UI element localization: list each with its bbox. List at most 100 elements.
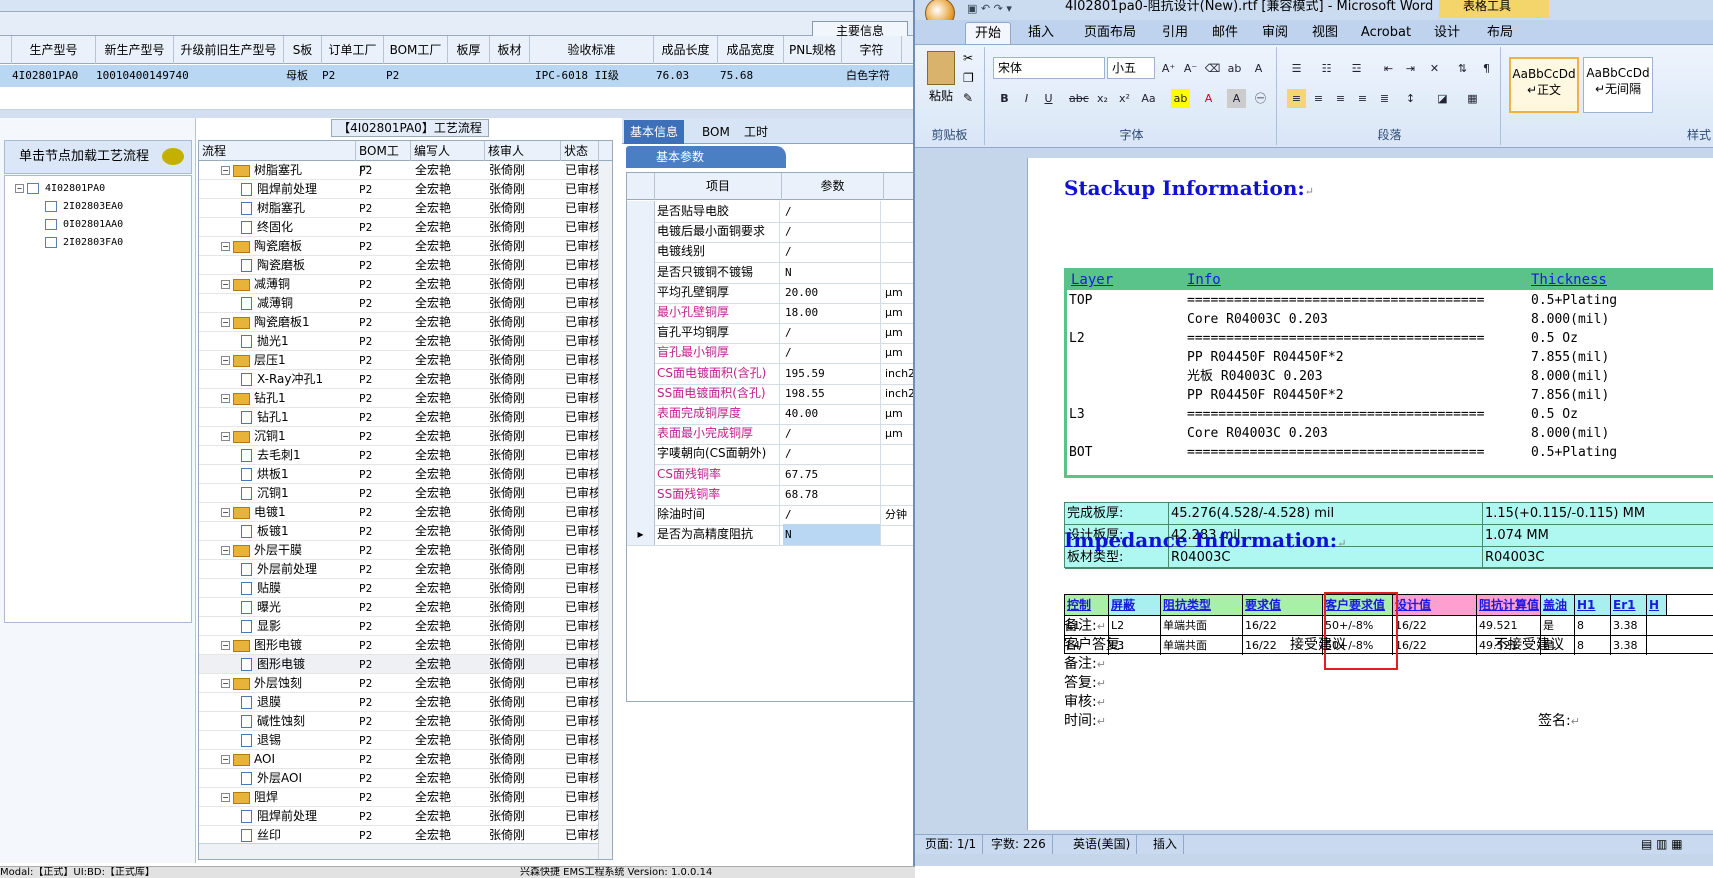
param-value[interactable]: 67.75 xyxy=(783,463,881,485)
tab-layout[interactable]: 布局 xyxy=(1480,22,1520,44)
row-selector[interactable] xyxy=(627,221,655,243)
enclose-char-icon[interactable]: ㊀ xyxy=(1251,89,1270,108)
tab-insert[interactable]: 插入 xyxy=(1019,22,1063,44)
change-case-icon[interactable]: Aa xyxy=(1139,89,1158,108)
row-selector[interactable] xyxy=(627,261,655,283)
process-row[interactable]: − 沉铜1 P2 全宏艳 张倚刚 已审核 xyxy=(199,427,599,446)
param-value[interactable]: / xyxy=(783,443,881,465)
tree-node[interactable]: 2I02803EA0 xyxy=(45,198,123,216)
param-row[interactable]: CS面电镀面积(含孔) 195.59 inch2 xyxy=(627,362,915,385)
tab-hours[interactable]: 工时 xyxy=(738,120,774,144)
italic-icon[interactable]: I xyxy=(1017,89,1036,108)
process-row[interactable]: − 减薄铜 P2 全宏艳 张倚刚 已审核 xyxy=(199,275,599,294)
process-row[interactable]: 减薄铜 P2 全宏艳 张倚刚 已审核 xyxy=(199,294,599,313)
row-selector[interactable] xyxy=(627,241,655,263)
tab-page-layout[interactable]: 页面布局 xyxy=(1075,22,1145,44)
increase-indent-icon[interactable]: ⇥ xyxy=(1401,59,1420,78)
param-row[interactable]: 表面最小完成铜厚 / μm xyxy=(627,423,915,446)
process-row[interactable]: 外层AOI P2 全宏艳 张倚刚 已审核 xyxy=(199,769,599,788)
shrink-font-icon[interactable]: A⁻ xyxy=(1181,59,1200,78)
process-row[interactable]: 陶瓷磨板 P2 全宏艳 张倚刚 已审核 xyxy=(199,256,599,275)
tab-home[interactable]: 开始 xyxy=(965,22,1011,44)
param-value[interactable]: / xyxy=(783,221,881,243)
tab-acrobat[interactable]: Acrobat xyxy=(1355,22,1417,44)
superscript-icon[interactable]: x² xyxy=(1115,89,1134,108)
collapse-icon[interactable]: − xyxy=(221,432,230,441)
grid-col-header[interactable]: 订单工厂 xyxy=(322,36,384,64)
collapse-icon[interactable]: − xyxy=(221,755,230,764)
process-row[interactable]: 图形电镀 P2 全宏艳 张倚刚 已审核 xyxy=(199,655,599,674)
underline-icon[interactable]: U xyxy=(1039,89,1058,108)
param-value[interactable]: 195.59 xyxy=(783,362,881,384)
row-selector[interactable] xyxy=(627,463,655,485)
align-center-icon[interactable]: ≡ xyxy=(1309,89,1328,108)
process-row[interactable]: 烘板1 P2 全宏艳 张倚刚 已审核 xyxy=(199,465,599,484)
row-selector[interactable] xyxy=(627,504,655,525)
view-buttons-icon[interactable]: ▤ ▥ ▦ xyxy=(1635,835,1689,854)
bold-icon[interactable]: B xyxy=(995,89,1014,108)
param-row[interactable]: 盲孔平均铜厚 / μm xyxy=(627,322,915,345)
process-row[interactable]: 外层前处理 P2 全宏艳 张倚刚 已审核 xyxy=(199,560,599,579)
style-no-spacing[interactable]: AaBbCcDd ↵无间隔 xyxy=(1583,57,1653,113)
distribute-icon[interactable]: ≣ xyxy=(1375,89,1394,108)
row-selector[interactable] xyxy=(627,403,655,424)
chat-bubble-icon[interactable] xyxy=(162,148,184,165)
font-color-icon[interactable]: A xyxy=(1199,89,1218,108)
process-row[interactable]: − 电镀1 P2 全宏艳 张倚刚 已审核 xyxy=(199,503,599,522)
row-selector[interactable] xyxy=(627,201,655,222)
process-row[interactable]: 曝光 P2 全宏艳 张倚刚 已审核 xyxy=(199,598,599,617)
row-selector[interactable] xyxy=(627,322,655,344)
process-row[interactable]: 钻孔1 P2 全宏艳 张倚刚 已审核 xyxy=(199,408,599,427)
param-value[interactable]: 198.55 xyxy=(783,382,881,404)
tab-bom[interactable]: BOM xyxy=(696,120,736,144)
asian-layout-icon[interactable]: ✕ xyxy=(1425,59,1444,78)
process-hscrollbar[interactable] xyxy=(199,843,598,859)
grid-col-header[interactable]: S板 xyxy=(284,36,322,64)
process-row[interactable]: 阻焊前处理 P2 全宏艳 张倚刚 已审核 xyxy=(199,807,599,826)
col-item[interactable]: 项目 xyxy=(655,173,782,200)
param-value[interactable]: / xyxy=(783,504,881,525)
grid-col-header[interactable]: 生产型号 xyxy=(12,36,96,64)
row-selector[interactable] xyxy=(627,302,655,323)
collapse-icon[interactable]: − xyxy=(221,394,230,403)
subtab-basic-params[interactable]: 基本参数 xyxy=(626,146,786,168)
collapse-icon[interactable]: − xyxy=(221,793,230,802)
tab-view[interactable]: 视图 xyxy=(1305,22,1345,44)
param-value[interactable]: N xyxy=(783,524,881,546)
show-marks-icon[interactable]: ¶ xyxy=(1477,59,1496,78)
param-row[interactable]: 字唛朝向(CS面朝外) / xyxy=(627,443,915,466)
collapse-icon[interactable]: − xyxy=(221,356,230,365)
paste-button[interactable]: 粘贴 xyxy=(929,87,953,104)
clear-format-icon[interactable]: ⌫ xyxy=(1203,59,1222,78)
row-selector[interactable] xyxy=(627,483,655,505)
collapse-icon[interactable]: − xyxy=(15,183,24,193)
param-value[interactable]: / xyxy=(783,342,881,364)
param-row[interactable]: 是否贴导电胶 / xyxy=(627,201,915,223)
borders-icon[interactable]: ▦ xyxy=(1463,89,1482,108)
checkbox[interactable] xyxy=(45,200,57,212)
param-value[interactable]: / xyxy=(783,201,881,222)
grid-col-header[interactable]: 成品宽度 xyxy=(718,36,784,64)
status-page[interactable]: 页面: 1/1 xyxy=(919,835,984,854)
collapse-icon[interactable]: − xyxy=(221,679,230,688)
document-page[interactable]: Stackup Information:↵ Layer Info Thickne… xyxy=(1027,158,1713,830)
process-row[interactable]: − AOI P2 全宏艳 张倚刚 已审核 xyxy=(199,750,599,769)
process-row[interactable]: 贴膜 P2 全宏艳 张倚刚 已审核 xyxy=(199,579,599,598)
grid-col-header[interactable]: 板材 xyxy=(490,36,530,64)
process-row[interactable]: 抛光1 P2 全宏艳 张倚刚 已审核 xyxy=(199,332,599,351)
subscript-icon[interactable]: x₂ xyxy=(1093,89,1112,108)
paste-icon[interactable] xyxy=(927,51,955,85)
process-row[interactable]: 碱性蚀刻 P2 全宏艳 张倚刚 已审核 xyxy=(199,712,599,731)
param-value[interactable]: / xyxy=(783,241,881,263)
process-vscrollbar[interactable] xyxy=(598,161,612,859)
process-row[interactable]: − 陶瓷磨板 P2 全宏艳 张倚刚 已审核 xyxy=(199,237,599,256)
grid-col-header[interactable]: 字符 xyxy=(842,36,902,64)
cut-icon[interactable]: ✂ xyxy=(963,51,973,65)
tree-node[interactable]: 2I02803FA0 xyxy=(45,234,123,252)
collapse-icon[interactable]: − xyxy=(221,546,230,555)
grid-col-header[interactable]: 成品长度 xyxy=(654,36,718,64)
param-value[interactable]: / xyxy=(783,423,881,445)
process-row[interactable]: − 钻孔1 P2 全宏艳 张倚刚 已审核 xyxy=(199,389,599,408)
numbering-icon[interactable]: ☷ xyxy=(1317,59,1336,78)
strikethrough-icon[interactable]: abc xyxy=(1069,89,1089,108)
